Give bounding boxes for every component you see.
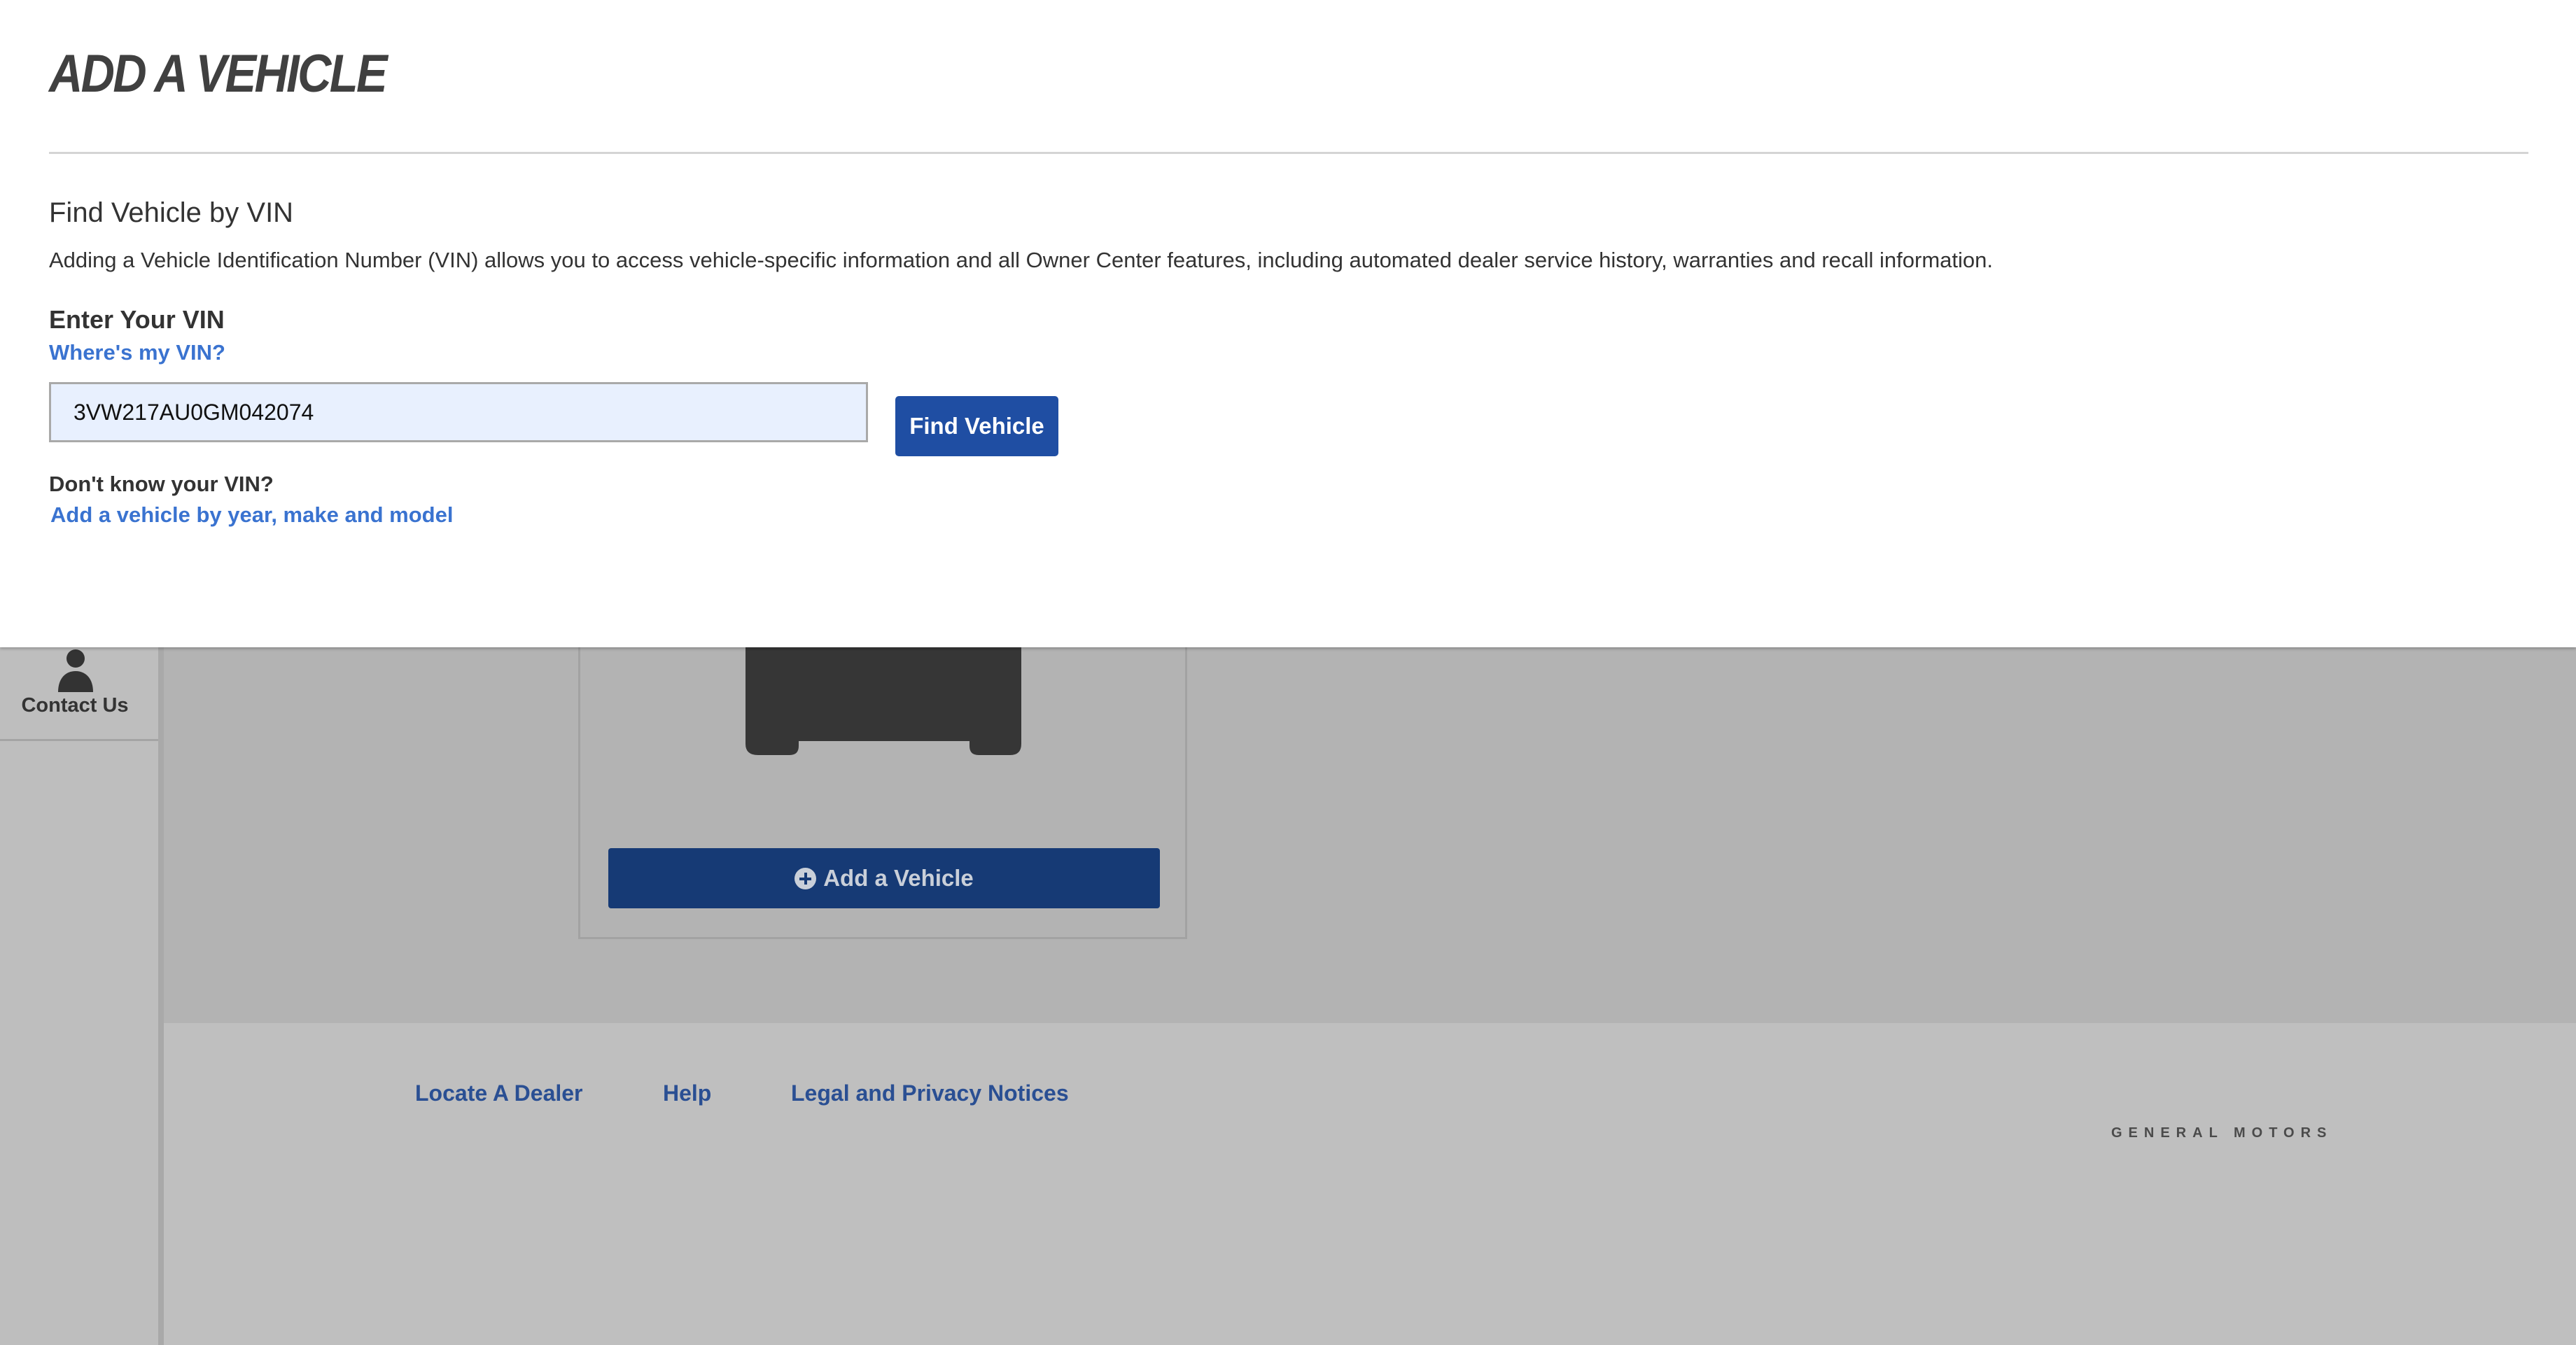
person-icon (58, 649, 93, 692)
wheres-my-vin-link[interactable]: Where's my VIN? (49, 340, 225, 365)
find-vehicle-button[interactable]: Find Vehicle (895, 396, 1058, 456)
sidebar-item-label: Contact Us (21, 694, 129, 717)
vin-label: Enter Your VIN (49, 305, 225, 334)
vin-input[interactable] (49, 382, 868, 442)
plus-circle-icon (794, 867, 817, 889)
general-motors-logo: GENERAL MOTORS (2111, 1125, 2333, 1141)
footer-link-legal-privacy[interactable]: Legal and Privacy Notices (791, 1080, 1069, 1106)
add-vehicle-modal: ADD A VEHICLE Find Vehicle by VIN Adding… (0, 0, 2576, 647)
footer-link-help[interactable]: Help (663, 1080, 711, 1106)
footer: Locate A Dealer Help Legal and Privacy N… (164, 1023, 2576, 1345)
modal-divider (49, 152, 2528, 154)
add-by-year-make-model-link[interactable]: Add a vehicle by year, make and model (50, 502, 453, 528)
section-description: Adding a Vehicle Identification Number (… (49, 248, 1993, 272)
vehicle-card: Add a Vehicle (578, 616, 1187, 939)
dont-know-vin-label: Don't know your VIN? (49, 472, 274, 496)
sidebar-item-contact-us[interactable]: Contact Us (0, 645, 158, 741)
section-title: Find Vehicle by VIN (49, 197, 294, 228)
modal-title: ADD A VEHICLE (49, 44, 388, 104)
add-vehicle-button[interactable]: Add a Vehicle (608, 848, 1160, 908)
footer-link-locate-dealer[interactable]: Locate A Dealer (415, 1080, 583, 1106)
page-root: Contact Us Add a Vehicle Locate A Dealer… (0, 0, 2576, 1345)
add-vehicle-label: Add a Vehicle (823, 865, 974, 891)
